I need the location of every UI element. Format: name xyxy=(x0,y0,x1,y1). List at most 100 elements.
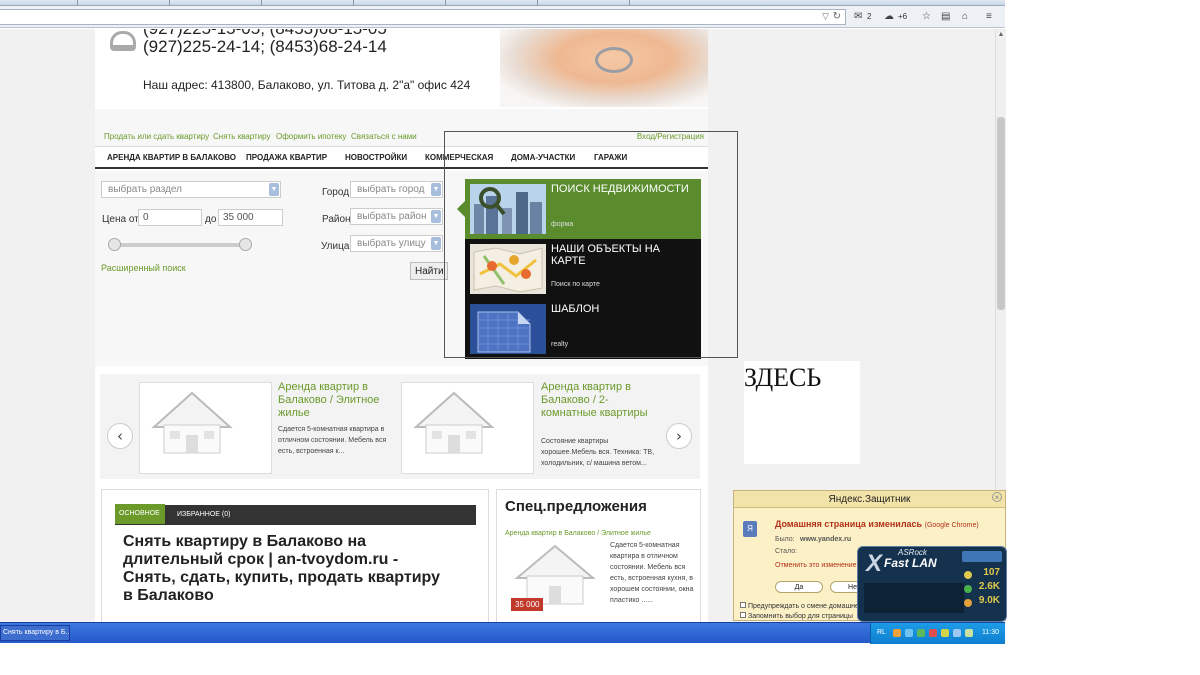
reload-icon[interactable]: ↻ xyxy=(833,11,841,22)
taskbar: Снять квартиру в Б... RL 11:30 xyxy=(0,622,1005,644)
tray-icon[interactable] xyxy=(929,629,937,637)
street-select-value: выбрать улицу xyxy=(357,238,426,249)
city-label: Город xyxy=(322,187,350,198)
asrock-x-logo-icon: X xyxy=(866,550,883,577)
language-indicator[interactable]: RL xyxy=(877,629,886,636)
address-bar[interactable]: ▽ ↻ xyxy=(0,9,846,25)
ring-image xyxy=(595,47,633,73)
home-icon[interactable]: ⌂ xyxy=(962,10,968,24)
slider-handle-min[interactable] xyxy=(108,238,121,251)
system-tray: RL 11:30 xyxy=(870,623,1005,644)
address: Наш адрес: 413800, Балаково, ул. Титова … xyxy=(143,78,471,92)
city-select-value: выбрать город xyxy=(357,184,425,195)
link-mortgage[interactable]: Оформить ипотеку xyxy=(276,132,346,141)
tray-icon[interactable] xyxy=(917,629,925,637)
asrock-fastlan-widget[interactable]: X ASRock Fast LAN 107 2.6K 9.0K xyxy=(857,546,1007,622)
price-badge: 35 000 xyxy=(511,598,544,611)
undo-link[interactable]: Отменить это изменение? xyxy=(775,562,860,569)
chevron-down-icon: ▼ xyxy=(431,183,441,196)
weather-icon[interactable]: ☁ xyxy=(884,10,894,24)
listing-text: Сдается 5-комнатная квартира в отличном … xyxy=(278,426,387,455)
special-offers-panel: Спец.предложения Аренда квартир в Балако… xyxy=(496,489,701,622)
star-icon[interactable]: ☆ xyxy=(922,10,931,24)
nav-item[interactable]: АРЕНДА КВАРТИР В БАЛАКОВО xyxy=(107,153,236,162)
browser-toolbar: ▽ ↻ ✉ 2 ☁ +6 ☆ ▤ ⌂ ≡ xyxy=(0,6,1005,28)
street-label: Улица xyxy=(321,241,350,252)
tab-favorites[interactable]: ИЗБРАННОЕ (0) xyxy=(177,511,230,518)
nav-item[interactable]: ПРОДАЖА КВАРТИР xyxy=(246,153,327,162)
was-value: www.yandex.ru xyxy=(800,536,852,543)
remember-checkbox[interactable]: Запомнить выбор для страницы xyxy=(740,612,853,620)
was-label: Было: xyxy=(775,536,795,543)
listing-title[interactable]: Аренда квартир в Балаково / Элитное жиль… xyxy=(278,381,390,420)
taskbar-item[interactable]: Снять квартиру в Б... xyxy=(0,625,70,641)
district-label: Район xyxy=(322,214,351,225)
street-select[interactable]: выбрать улицу ▼ xyxy=(350,235,443,252)
widget-value: 9.0K xyxy=(978,595,1000,606)
mail-icon[interactable]: ✉ xyxy=(854,10,862,24)
tray-icon[interactable] xyxy=(893,629,901,637)
scrollbar-thumb[interactable] xyxy=(997,117,1005,310)
slider-handle-max[interactable] xyxy=(239,238,252,251)
mail-count: 2 xyxy=(867,12,872,21)
tray-icon[interactable] xyxy=(905,629,913,637)
price-from-label: Цена от xyxy=(102,214,139,225)
special-offer-text: Сдается 5-комнатная квартира в отличном … xyxy=(610,542,694,604)
price-slider[interactable] xyxy=(109,243,247,247)
listing-title[interactable]: Аренда квартир в Балаково / 2-комнатные … xyxy=(541,381,653,420)
carousel-prev-button[interactable]: ‹ xyxy=(107,423,133,449)
house-icon xyxy=(144,387,240,459)
district-select[interactable]: выбрать район ▼ xyxy=(350,208,443,225)
screen: ▽ ↻ ✉ 2 ☁ +6 ☆ ▤ ⌂ ≡ (927)225-15-05; (84… xyxy=(0,0,1200,675)
dropdown-icon[interactable]: ▽ xyxy=(822,11,829,22)
message-text: Домашняя страница изменилась xyxy=(775,519,923,529)
nav-item[interactable]: НОВОСТРОЙКИ xyxy=(345,153,407,162)
price-to-input[interactable]: 35 000 xyxy=(218,209,283,226)
widget-value: 107 xyxy=(983,567,1000,578)
advanced-search-link[interactable]: Расширенный поиск xyxy=(101,263,186,273)
chevron-down-icon: ▼ xyxy=(431,237,441,250)
chevron-down-icon: ▼ xyxy=(269,183,279,196)
widget-controls[interactable] xyxy=(962,551,1002,562)
message-suffix: (Google Chrome) xyxy=(924,522,979,529)
annotation-label: ЗДЕСЬ xyxy=(744,363,822,392)
yes-button[interactable]: Да xyxy=(775,581,823,593)
clock: 11:30 xyxy=(982,629,999,636)
price-from-input[interactable]: 0 xyxy=(138,209,202,226)
widget-value: 2.6K xyxy=(978,581,1000,592)
city-select[interactable]: выбрать город ▼ xyxy=(350,181,443,198)
district-select-value: выбрать район xyxy=(357,211,427,222)
phone-icon xyxy=(110,31,136,51)
section-select-value: выбрать раздел xyxy=(108,184,182,195)
content-panel: ОСНОВНОЕ ИЗБРАННОЕ (0) Снять квартиру в … xyxy=(101,489,489,622)
tab-bar: ОСНОВНОЕ ИЗБРАННОЕ (0) xyxy=(115,504,476,525)
listing-text: Состояние квартиры хорошее.Мебель вся. Т… xyxy=(541,438,655,467)
scroll-up-icon[interactable]: ▲ xyxy=(996,31,1006,38)
special-offer-link[interactable]: Аренда квартир в Балаково / Элитное жиль… xyxy=(505,530,651,537)
link-contact[interactable]: Связаться с нами xyxy=(351,132,417,141)
menu-icon[interactable]: ≡ xyxy=(986,10,992,24)
selection-outline xyxy=(444,131,738,358)
link-sell[interactable]: Продать или сдать квартиру xyxy=(104,132,209,141)
special-offers-title: Спец.предложения xyxy=(505,498,647,515)
tray-icon[interactable] xyxy=(965,629,973,637)
tray-icon[interactable] xyxy=(941,629,949,637)
find-button[interactable]: Найти xyxy=(410,262,448,280)
tab-main[interactable]: ОСНОВНОЕ xyxy=(115,504,165,524)
tray-icon[interactable] xyxy=(953,629,961,637)
carousel-next-button[interactable]: › xyxy=(666,423,692,449)
listing-image[interactable] xyxy=(139,382,272,474)
bookmark-icon[interactable]: ▤ xyxy=(941,10,950,24)
now-label: Стало: xyxy=(775,548,798,555)
link-rent[interactable]: Снять квартиру xyxy=(213,132,270,141)
popup-message: Домашняя страница изменилась (Google Chr… xyxy=(775,519,979,529)
listing-image[interactable] xyxy=(401,382,534,474)
phone-number: (927)225-24-14; (8453)68-24-14 xyxy=(143,37,387,56)
checkbox-icon xyxy=(740,612,746,618)
site-header: (927)225-15-05; (8453)68-15-05 (927)225-… xyxy=(95,29,708,107)
close-icon[interactable]: × xyxy=(992,492,1002,502)
yandex-logo-icon: Я xyxy=(743,521,757,537)
section-select[interactable]: выбрать раздел ▼ xyxy=(101,181,281,198)
popup-title: Яндекс.Защитник xyxy=(734,491,1005,508)
weather-count: +6 xyxy=(898,12,908,21)
